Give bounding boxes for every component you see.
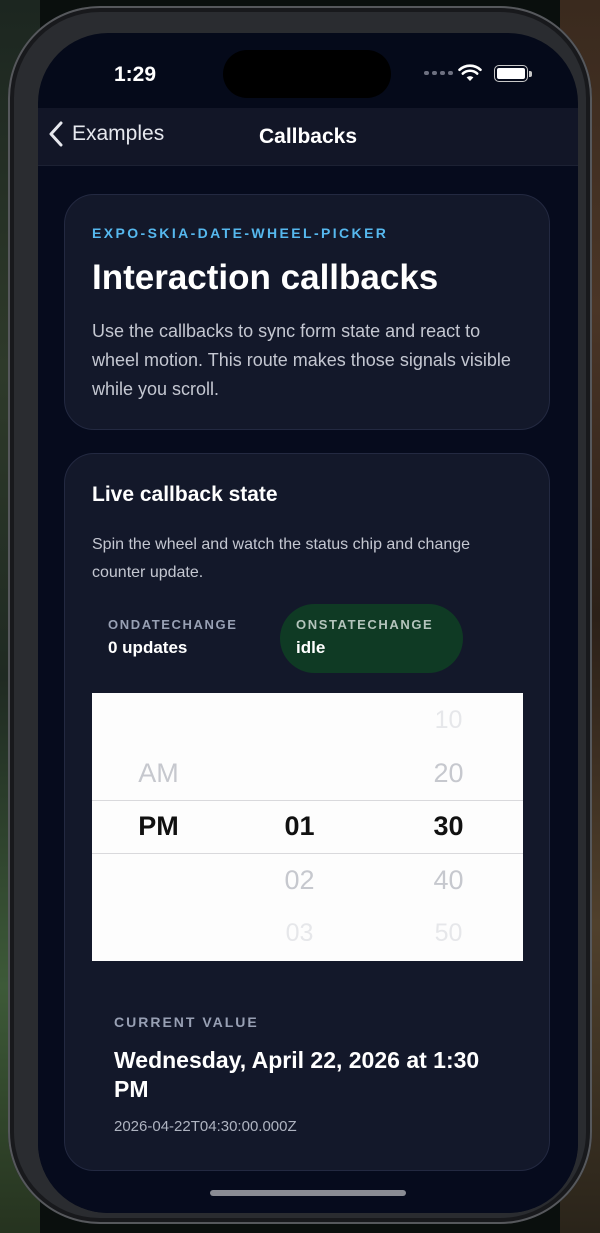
wheel-item: AM: [138, 758, 179, 788]
chip-label: ONDATECHANGE: [108, 617, 238, 632]
intro-card: EXPO-SKIA-DATE-WHEEL-PICKER Interaction …: [64, 194, 550, 430]
wheel-item: 20: [433, 758, 464, 788]
wifi-icon: [458, 64, 482, 81]
hour-wheel[interactable]: 01 02 03: [232, 693, 367, 961]
battery-icon: [494, 65, 532, 82]
wheel-item-selected: PM: [138, 811, 179, 841]
navigation-bar: Examples Callbacks: [38, 108, 578, 166]
period-wheel[interactable]: AM PM: [92, 693, 225, 961]
wheel-item: 50: [434, 919, 463, 947]
intro-title: Interaction callbacks: [92, 258, 439, 297]
dynamic-island: [223, 50, 391, 98]
chip-label: ONSTATECHANGE: [296, 617, 434, 632]
wheel-item: 10: [434, 706, 463, 734]
chip-value: 0 updates: [108, 638, 188, 657]
wheel-item-selected: 01: [284, 811, 315, 841]
cellular-signal-icon: [424, 71, 453, 75]
live-state-card: Live callback state Spin the wheel and w…: [64, 453, 550, 1171]
minute-wheel[interactable]: 10 20 30 40 50: [382, 693, 515, 961]
status-bar: 1:29: [38, 33, 578, 108]
phone-frame: 1:29 Examples Callbacks EXPO-SKIA-DATE-W…: [8, 6, 592, 1224]
live-state-description: Spin the wheel and watch the status chip…: [92, 536, 471, 581]
chip-value: idle: [296, 638, 326, 657]
current-value-iso: 2026-04-22T04:30:00.000Z: [114, 1118, 297, 1135]
wheel-item: 02: [284, 865, 315, 895]
ondatechange-chip: ONDATECHANGE 0 updates: [92, 604, 267, 673]
screen: 1:29 Examples Callbacks EXPO-SKIA-DATE-W…: [38, 33, 578, 1213]
page-title: Callbacks: [258, 125, 358, 148]
live-state-title: Live callback state: [92, 483, 278, 506]
onstatechange-chip: ONSTATECHANGE idle: [280, 604, 463, 673]
wheel-item-selected: 30: [433, 811, 464, 841]
wheel-item: 03: [285, 919, 314, 947]
library-eyebrow: EXPO-SKIA-DATE-WHEEL-PICKER: [92, 225, 389, 241]
current-value-label: CURRENT VALUE: [114, 1014, 259, 1030]
current-value-formatted: Wednesday, April 22, 2026 at 1:30 PM: [114, 1047, 480, 1102]
home-indicator[interactable]: [210, 1190, 406, 1196]
intro-description: Use the callbacks to sync form state and…: [92, 321, 511, 399]
status-time: 1:29: [114, 63, 157, 86]
date-wheel-picker[interactable]: AM PM 01 02 03 10 20 30 40 50: [92, 693, 523, 961]
scroll-content[interactable]: EXPO-SKIA-DATE-WHEEL-PICKER Interaction …: [38, 166, 578, 1213]
wheel-item: 40: [433, 865, 464, 895]
